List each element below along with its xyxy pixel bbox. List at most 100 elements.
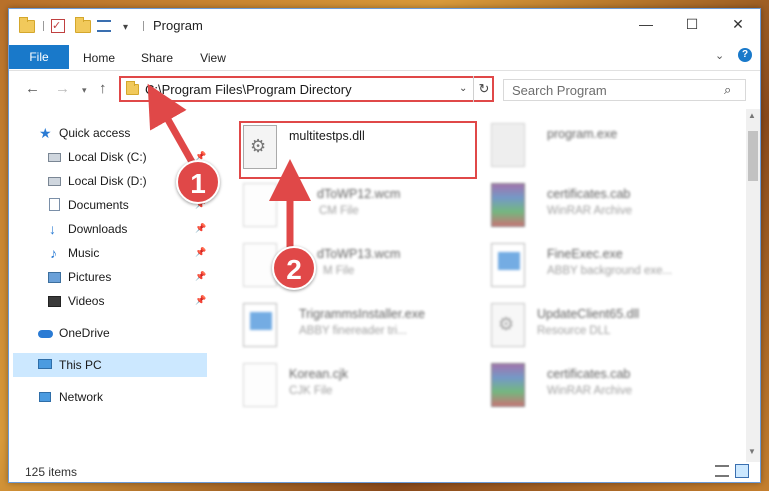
file-type: M File [323, 265, 355, 277]
close-button[interactable]: ✕ [715, 9, 761, 39]
dll-icon [491, 303, 525, 347]
help-icon[interactable]: ? [738, 48, 752, 62]
file-type: CM File [319, 205, 359, 217]
document-icon [243, 363, 277, 407]
scroll-thumb[interactable] [748, 131, 758, 181]
sidebar-item-onedrive[interactable]: OneDrive [9, 321, 209, 345]
sidebar-item-network[interactable]: Network [9, 385, 209, 409]
search-icon[interactable]: ⌕ [724, 82, 731, 98]
file-name: Korean.cjk [289, 367, 349, 381]
rar-icon [491, 183, 525, 227]
search-input[interactable]: Search Program ⌕ [503, 79, 746, 101]
pin-icon[interactable]: 📌 [195, 247, 206, 258]
separator [143, 21, 144, 31]
file-item[interactable]: FineExec.exe ABBY background exe... [491, 237, 731, 293]
sidebar-item-label: Downloads [68, 222, 128, 236]
minimize-button[interactable]: — [623, 9, 669, 39]
network-icon [39, 392, 51, 402]
file-name: multitestps.dll [289, 129, 365, 143]
tab-view[interactable]: View [193, 47, 233, 69]
sidebar-item-music[interactable]: ♪ Music 📌 [9, 241, 209, 265]
file-type: WinRAR Archive [547, 205, 632, 217]
sidebar-item-quick-access[interactable]: ★ Quick access [9, 121, 209, 145]
file-name: dToWP13.wcm [317, 247, 401, 261]
forward-arrow-icon[interactable]: → [55, 80, 70, 97]
properties-check-icon[interactable]: ✓ [51, 19, 65, 33]
maximize-button[interactable]: ☐ [669, 9, 715, 39]
sidebar-item-label: Local Disk (D:) [68, 174, 147, 188]
downloads-icon: ↓ [49, 221, 56, 237]
item-count: 125 items [25, 465, 78, 479]
up-arrow-icon[interactable]: ↑ [99, 80, 107, 97]
sidebar-item-this-pc[interactable]: This PC [13, 353, 207, 377]
this-pc-icon [38, 359, 52, 369]
sidebar-item-downloads[interactable]: ↓ Downloads 📌 [9, 217, 209, 241]
window-title: Program [153, 18, 203, 33]
music-icon: ♪ [50, 245, 57, 261]
vertical-scrollbar[interactable]: ▲ ▼ [746, 109, 760, 462]
sidebar-item-label: Videos [68, 294, 105, 308]
file-name: program.exe [547, 127, 618, 141]
large-icons-view-icon[interactable] [735, 464, 749, 478]
sidebar-item-label: Music [68, 246, 100, 260]
expand-ribbon-icon[interactable]: ⌄ [715, 49, 724, 62]
folder-icon [19, 16, 35, 34]
pictures-icon [48, 272, 61, 283]
scroll-up-icon[interactable]: ▲ [748, 111, 756, 120]
document-icon [243, 183, 277, 227]
file-item-multitestps-dll[interactable]: multitestps.dll [243, 119, 483, 175]
folder-icon [126, 81, 139, 95]
file-name: certificates.cab [547, 367, 631, 381]
file-item[interactable]: TrigrammsInstaller.exe ABBY finereader t… [243, 297, 483, 353]
disk-icon [48, 177, 61, 186]
file-explorer-window: ✓ ▾ Program — ☐ ✕ File Home Share View ⌄… [8, 8, 761, 483]
file-name: TrigrammsInstaller.exe [299, 307, 425, 321]
pin-icon[interactable]: 📌 [195, 223, 206, 234]
search-placeholder[interactable]: Search Program [512, 83, 607, 98]
file-type: ABBY background exe... [547, 265, 673, 277]
recent-locations-icon[interactable]: ▾ [82, 85, 87, 96]
title-bar: ✓ ▾ Program — ☐ ✕ [9, 9, 760, 43]
tab-home[interactable]: Home [77, 47, 121, 69]
address-dropdown-icon[interactable]: ⌄ [459, 83, 467, 94]
file-type: Resource DLL [537, 325, 611, 337]
back-arrow-icon[interactable]: ← [25, 80, 40, 97]
address-path[interactable]: C:\Program Files\Program Directory [145, 82, 352, 97]
file-item[interactable]: dToWP12.wcm CM File [243, 177, 483, 233]
pin-icon[interactable]: 📌 [195, 295, 206, 306]
file-item[interactable]: certificates.cab WinRAR Archive [491, 177, 731, 233]
sidebar-item-pictures[interactable]: Pictures 📌 [9, 265, 209, 289]
sidebar-item-documents[interactable]: Documents 📌 [9, 193, 209, 217]
file-item[interactable]: UpdateClient65.dll Resource DLL [491, 297, 731, 353]
status-bar: 125 items [9, 461, 760, 483]
file-name: UpdateClient65.dll [537, 307, 640, 321]
sidebar-item-label: Quick access [59, 126, 131, 140]
file-item[interactable]: Korean.cjk CJK File [243, 357, 483, 413]
refresh-icon[interactable]: ↻ [473, 76, 494, 102]
address-bar[interactable]: C:\Program Files\Program Directory ⌄ ↻ [119, 76, 494, 102]
tab-file[interactable]: File [9, 45, 69, 69]
dll-icon [243, 125, 277, 169]
file-type: CJK File [289, 385, 333, 397]
file-name: dToWP12.wcm [317, 187, 401, 201]
sidebar-item-label: Documents [68, 198, 129, 212]
scroll-down-icon[interactable]: ▼ [748, 447, 756, 456]
file-item[interactable]: program.exe [491, 117, 731, 173]
sidebar-item-local-disk-c[interactable]: Local Disk (C:) 📌 [9, 145, 209, 169]
file-item[interactable]: certificates.cab WinRAR Archive [491, 357, 731, 413]
pin-icon[interactable]: 📌 [195, 271, 206, 282]
sidebar-item-label: Pictures [68, 270, 112, 284]
program-icon [491, 123, 525, 167]
step-badge-1: 1 [176, 160, 220, 204]
sidebar-item-videos[interactable]: Videos 📌 [9, 289, 209, 313]
file-name: certificates.cab [547, 187, 631, 201]
details-view-icon[interactable] [715, 465, 729, 477]
qat-dropdown-icon[interactable]: ▾ [123, 19, 128, 35]
file-name: FineExec.exe [547, 247, 623, 261]
onedrive-icon [38, 330, 53, 338]
customize-icon[interactable] [97, 20, 111, 32]
sidebar-item-label: Local Disk (C:) [68, 150, 147, 164]
app-icon [243, 303, 277, 347]
tab-share[interactable]: Share [135, 47, 179, 69]
new-folder-icon[interactable] [75, 16, 91, 34]
